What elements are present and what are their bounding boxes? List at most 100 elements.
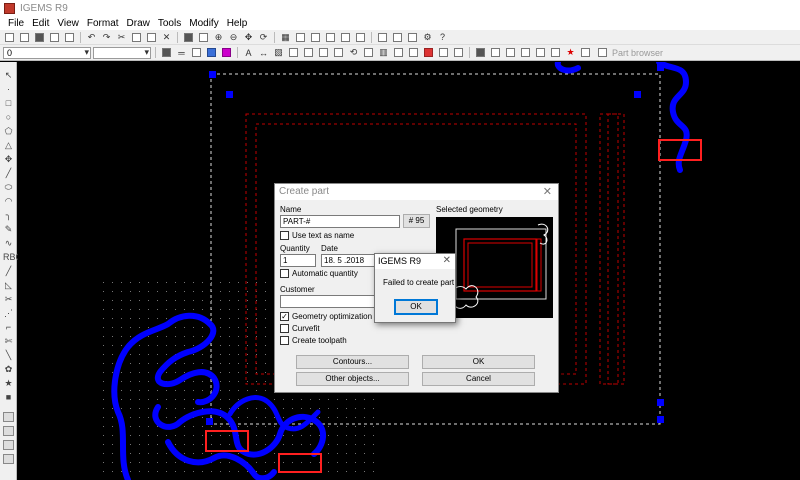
arc-icon[interactable]: ◠ <box>3 196 14 206</box>
view-4-icon[interactable] <box>3 454 14 464</box>
menu-tools[interactable]: Tools <box>154 18 185 29</box>
line-style-icon[interactable]: ═ <box>175 47 188 59</box>
point-icon[interactable]: · <box>3 84 14 94</box>
spline-icon[interactable]: ∿ <box>3 238 14 248</box>
break-icon[interactable]: ⋰ <box>3 308 14 318</box>
rotate-icon[interactable]: ⟲ <box>347 47 360 59</box>
ok-button[interactable]: OK <box>422 355 535 369</box>
open-folder-icon[interactable] <box>18 31 31 43</box>
create-toolpath-checkbox[interactable] <box>280 336 289 345</box>
copy-icon[interactable] <box>130 31 143 43</box>
explode-icon[interactable] <box>302 47 315 59</box>
close-icon[interactable]: ✕ <box>443 255 451 266</box>
block-icon[interactable] <box>287 47 300 59</box>
toolpath-icon[interactable] <box>474 47 487 59</box>
measure-icon[interactable] <box>324 31 337 43</box>
menu-format[interactable]: Format <box>83 18 123 29</box>
contours-button[interactable]: Contours... <box>296 355 409 369</box>
zoom-all-icon[interactable] <box>197 31 210 43</box>
part-icon[interactable] <box>579 47 592 59</box>
snap-icon[interactable] <box>294 31 307 43</box>
red-layer-icon[interactable] <box>422 47 435 59</box>
dim-tool-icon[interactable]: ╱ <box>3 266 14 276</box>
preview-icon[interactable] <box>63 31 76 43</box>
layer-props-icon[interactable] <box>190 47 203 59</box>
sequence-icon[interactable] <box>452 47 465 59</box>
menu-help[interactable]: Help <box>223 18 252 29</box>
dimension-icon[interactable]: ↔ <box>257 47 270 59</box>
quantity-field[interactable]: 1 <box>280 254 316 267</box>
settings-icon[interactable]: ⚙ <box>421 31 434 43</box>
view-3-icon[interactable] <box>3 440 14 450</box>
ellipse-icon[interactable]: ⬭ <box>3 182 14 192</box>
line-width-icon[interactable] <box>160 47 173 59</box>
save-icon[interactable] <box>33 31 46 43</box>
select-icon[interactable]: ↖ <box>3 70 14 80</box>
cut-icon[interactable]: ✂ <box>115 31 128 43</box>
cog-tool-icon[interactable]: ✿ <box>3 364 14 374</box>
delete-icon[interactable]: ✕ <box>160 31 173 43</box>
zoom-window-icon[interactable] <box>182 31 195 43</box>
name-field[interactable]: PART-# <box>280 215 400 228</box>
redo-icon[interactable]: ↷ <box>100 31 113 43</box>
magenta-color-icon[interactable] <box>220 47 233 59</box>
scale-icon[interactable] <box>362 47 375 59</box>
menu-draw[interactable]: Draw <box>123 18 154 29</box>
move-icon[interactable]: ✥ <box>3 154 14 164</box>
extend-icon[interactable] <box>407 47 420 59</box>
close-icon[interactable]: ✕ <box>543 185 552 198</box>
cancel-button[interactable]: Cancel <box>422 372 535 386</box>
undo-icon[interactable]: ↶ <box>85 31 98 43</box>
part-browser-button[interactable]: Part browser <box>596 47 663 59</box>
nest-icon[interactable] <box>406 31 419 43</box>
trim-icon[interactable] <box>392 47 405 59</box>
ortho-icon[interactable] <box>309 31 322 43</box>
grid-icon[interactable]: ▦ <box>279 31 292 43</box>
text-tool-icon[interactable]: RBC <box>3 252 22 262</box>
circle-icon[interactable]: ○ <box>3 112 14 122</box>
layers-icon[interactable] <box>354 31 367 43</box>
other-objects-button[interactable]: Other objects... <box>296 372 409 386</box>
leadin-icon[interactable] <box>437 47 450 59</box>
rectangle-icon[interactable]: □ <box>3 98 14 108</box>
report-icon[interactable] <box>549 47 562 59</box>
menu-modify[interactable]: Modify <box>185 18 222 29</box>
part-number-button[interactable]: # 95 <box>403 214 430 228</box>
menu-edit[interactable]: Edit <box>28 18 53 29</box>
linetype-combo[interactable] <box>93 46 151 59</box>
view-1-icon[interactable] <box>3 412 14 422</box>
join-icon[interactable]: ⌐ <box>3 322 14 332</box>
scissors-icon[interactable]: ✄ <box>3 336 14 346</box>
layer-combo[interactable]: 0 <box>3 46 91 59</box>
array-icon[interactable]: ▥ <box>377 47 390 59</box>
chamfer-icon[interactable]: ◺ <box>3 280 14 290</box>
mirror-icon[interactable] <box>332 47 345 59</box>
help-icon[interactable]: ? <box>436 31 449 43</box>
curvefit-checkbox[interactable] <box>280 324 289 333</box>
color-palette-icon[interactable]: ■ <box>3 392 14 402</box>
zoom-in-icon[interactable]: ⊕ <box>212 31 225 43</box>
text-icon[interactable]: A <box>242 47 255 59</box>
geometry-optimization-checkbox[interactable]: ✓ <box>280 312 289 321</box>
menu-file[interactable]: File <box>4 18 28 29</box>
check-icon[interactable] <box>376 31 389 43</box>
automatic-quantity-checkbox[interactable] <box>280 269 289 278</box>
date-field[interactable]: 18. 5 .2018 <box>321 254 381 267</box>
color-icon[interactable] <box>205 47 218 59</box>
paste-icon[interactable] <box>145 31 158 43</box>
message-ok-button[interactable]: OK <box>394 299 438 315</box>
knife-icon[interactable]: ╲ <box>3 350 14 360</box>
pencil-icon[interactable]: ✎ <box>3 224 14 234</box>
zoom-out-icon[interactable]: ⊖ <box>227 31 240 43</box>
line-icon[interactable]: ╱ <box>3 168 14 178</box>
menu-view[interactable]: View <box>53 18 83 29</box>
pan-icon[interactable]: ✥ <box>242 31 255 43</box>
machine-icon[interactable] <box>504 47 517 59</box>
polygon-icon[interactable]: ⬠ <box>3 126 14 136</box>
offset-icon[interactable] <box>317 47 330 59</box>
view-2-icon[interactable] <box>3 426 14 436</box>
star-tool-icon[interactable]: ★ <box>3 378 14 388</box>
redraw-icon[interactable]: ⟳ <box>257 31 270 43</box>
nc-icon[interactable] <box>534 47 547 59</box>
print-icon[interactable] <box>48 31 61 43</box>
